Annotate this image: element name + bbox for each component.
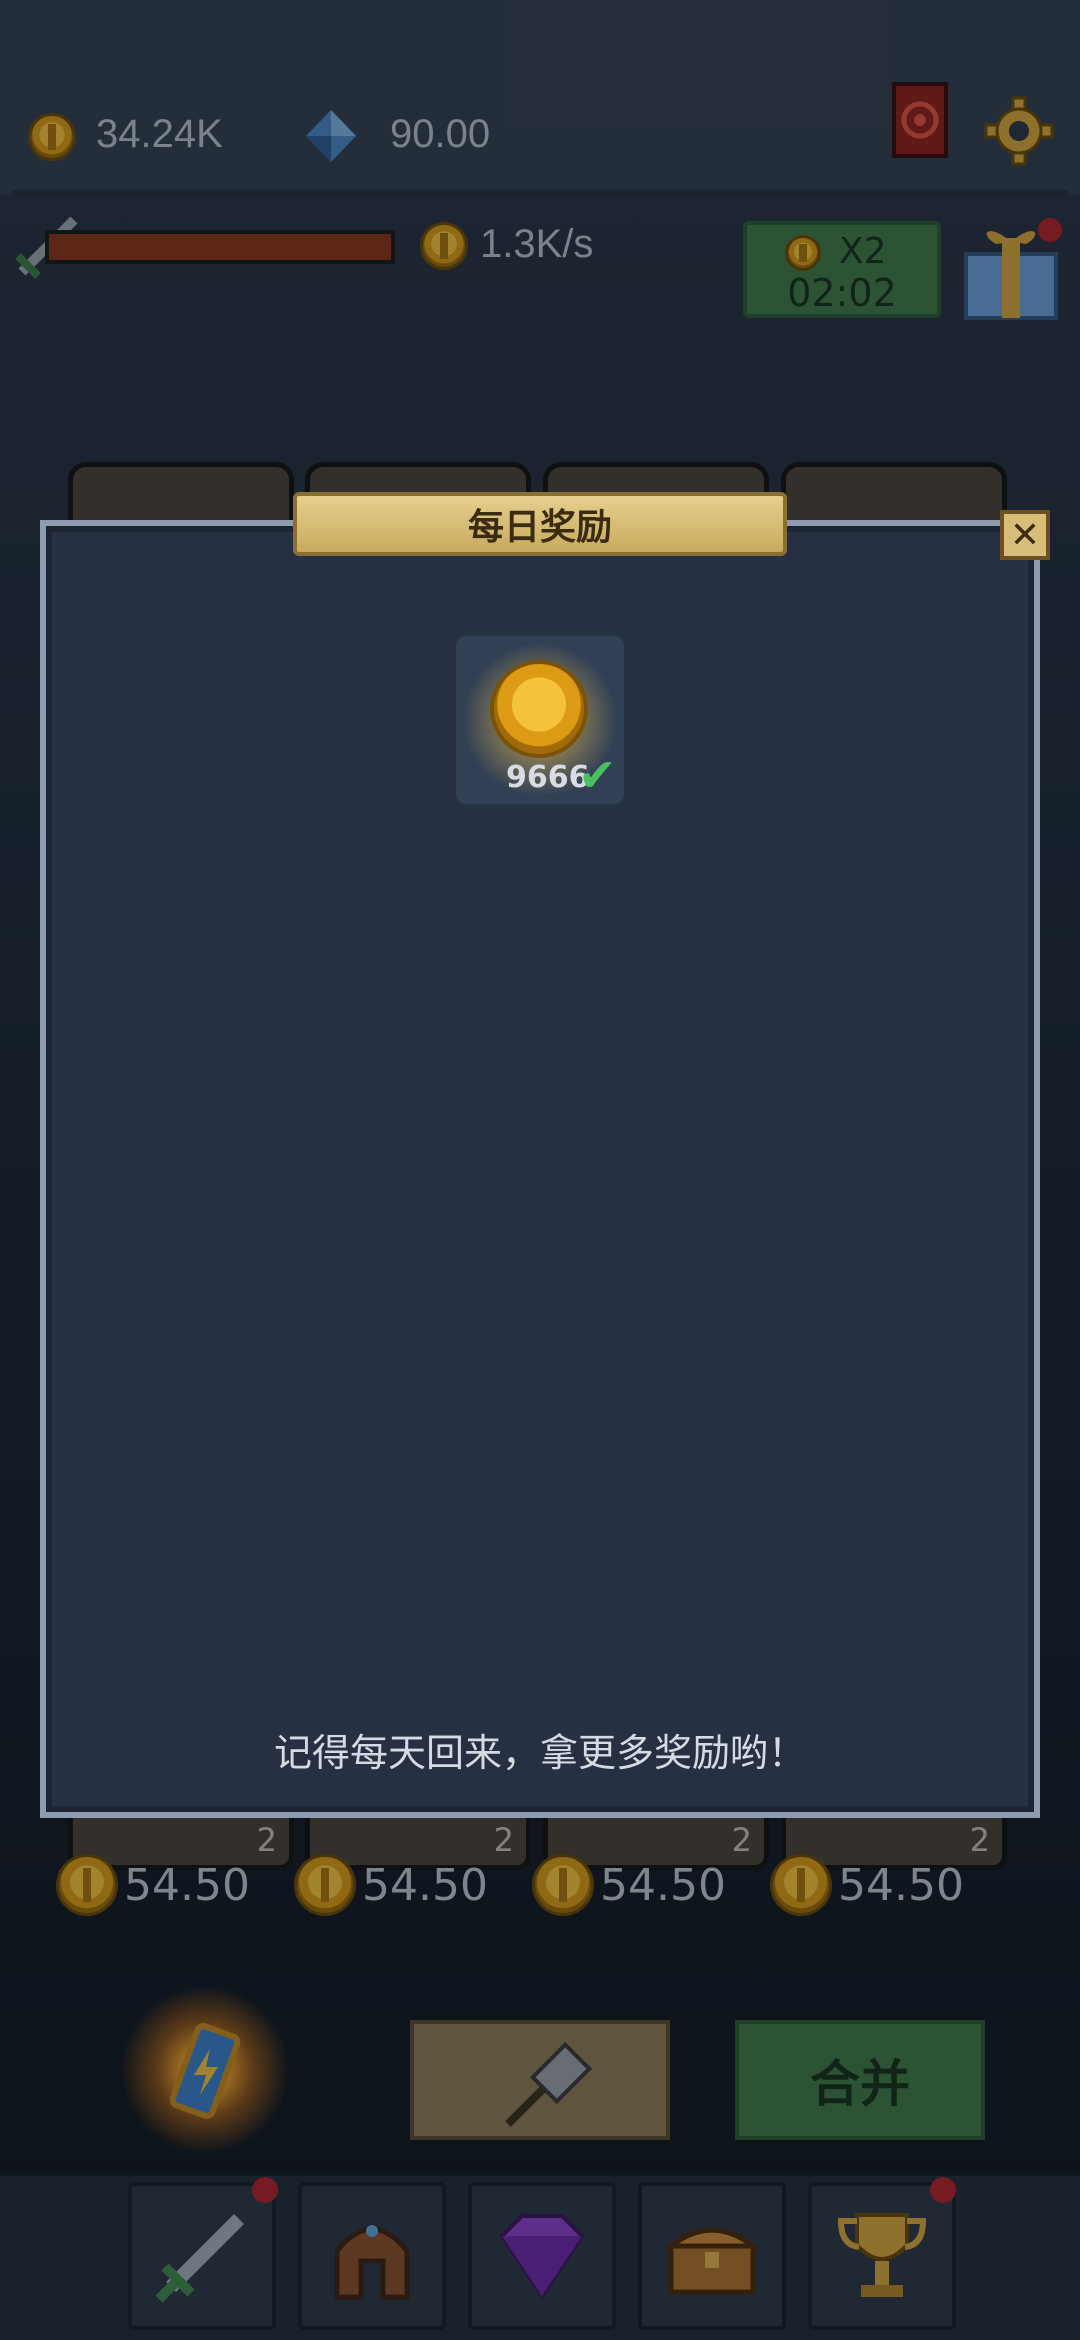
dialog-footer-text: 记得每天回来，拿更多奖励哟！	[273, 1731, 806, 1775]
reward-card[interactable]: 9666 ✔	[452, 632, 628, 808]
reward-amount: 9666	[506, 760, 590, 795]
checkmark-icon: ✔	[578, 748, 617, 802]
coin-icon	[490, 660, 588, 758]
dialog-title-plate: 每日奖励	[293, 492, 787, 556]
close-button[interactable]: ✕	[1000, 510, 1050, 560]
dialog-title: 每日奖励	[467, 507, 612, 548]
close-icon: ✕	[1009, 514, 1041, 556]
